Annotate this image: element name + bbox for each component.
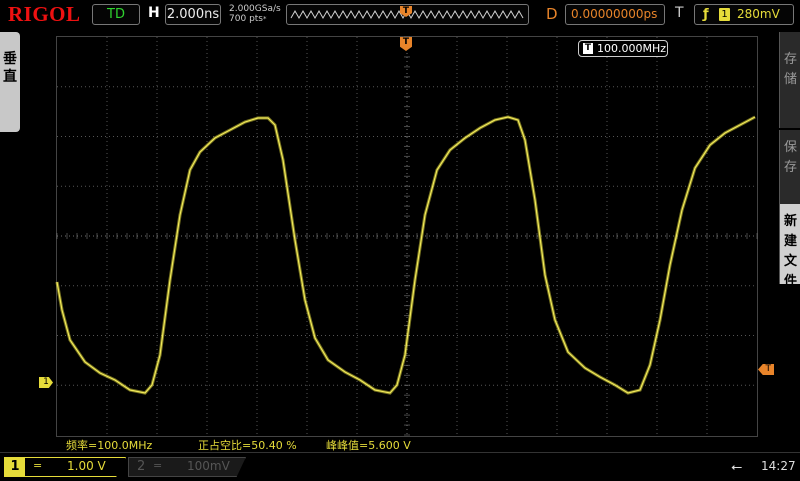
channel1-number: 1 [5, 458, 25, 476]
bottom-channel-bar: 1 = 1.00 V 2 = 100mV ⭠ 14:27 [0, 452, 800, 481]
system-clock: 14:27 [761, 459, 796, 473]
measurement-duty-cycle: 正占空比=50.40 % [198, 439, 297, 452]
channel1-coupling: = [33, 459, 43, 472]
channel2-number: 2 [137, 459, 146, 474]
measurement-peak-to-peak: 峰峰值=5.600 V [326, 439, 411, 452]
frequency-counter: T 100.000MHz [578, 40, 668, 57]
channel2-settings[interactable]: 2 = 100mV [128, 457, 246, 477]
usb-icon: ⭠ [731, 459, 743, 475]
waveform-graticule [55, 36, 758, 436]
counter-value: 100.000MHz [597, 42, 667, 55]
channel1-settings[interactable]: 1 = 1.00 V [4, 457, 126, 477]
graticule-grid [56, 36, 758, 436]
channel1-scale: 1.00 V [67, 459, 106, 473]
channel2-scale: 100mV [187, 459, 230, 473]
channel2-coupling: = [153, 459, 163, 472]
counter-source-badge: T [583, 43, 593, 54]
measurement-frequency: 频率=100.0MHz [66, 439, 153, 452]
